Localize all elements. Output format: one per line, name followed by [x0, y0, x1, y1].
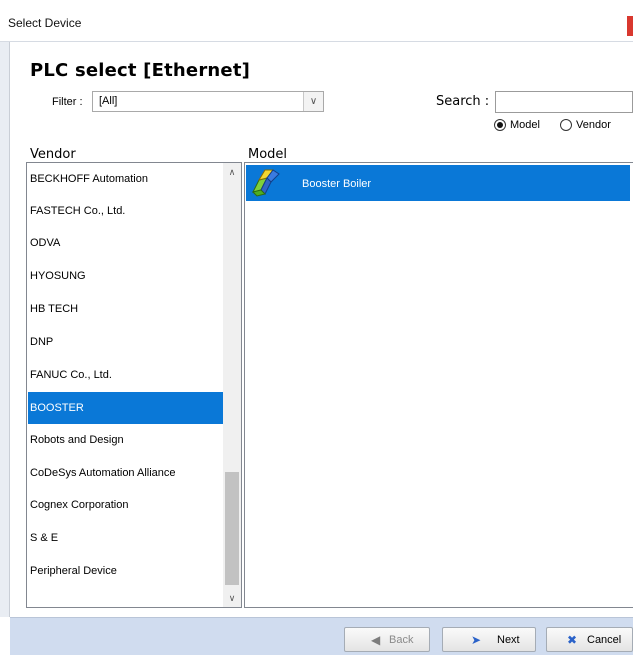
chevron-down-icon[interactable]: ∨: [303, 92, 323, 111]
window-left-edge: [0, 42, 10, 617]
footer-bar: ◀ Back ➤ Next ✖ Cancel: [10, 617, 633, 655]
cancel-button[interactable]: ✖ Cancel: [546, 627, 633, 652]
search-label: Search :: [436, 94, 490, 109]
vendor-item[interactable]: CoDeSys Automation Alliance: [28, 457, 224, 489]
arrow-right-icon: ➤: [471, 633, 482, 647]
next-button[interactable]: ➤ Next: [442, 627, 536, 652]
radio-button-icon[interactable]: [560, 119, 572, 131]
scroll-up-icon[interactable]: ∧: [223, 163, 241, 181]
vendor-scrollbar[interactable]: ∧ ∨: [223, 163, 241, 607]
vendor-item[interactable]: Peripheral Device: [28, 555, 224, 587]
model-item-selected[interactable]: Booster Boiler: [246, 165, 630, 201]
scroll-down-icon[interactable]: ∨: [223, 589, 241, 607]
vendor-item[interactable]: FANUC Co., Ltd.: [28, 359, 224, 391]
vendor-item[interactable]: HB TECH: [28, 293, 224, 325]
vendor-item-selected[interactable]: BOOSTER: [28, 392, 224, 424]
radio-model-label: Model: [510, 119, 540, 131]
window-title: Select Device: [8, 16, 82, 30]
plc-device-icon: [252, 169, 280, 197]
scrollbar-thumb[interactable]: [225, 472, 239, 585]
vendor-list[interactable]: BECKHOFF Automation FASTECH Co., Ltd. OD…: [26, 162, 242, 608]
radio-model[interactable]: Model: [494, 118, 554, 134]
vendor-item[interactable]: DNP: [28, 326, 224, 358]
radio-button-icon[interactable]: [494, 119, 506, 131]
back-button[interactable]: ◀ Back: [344, 627, 430, 652]
title-bar: [0, 0, 633, 42]
vendor-column-header: Vendor: [30, 147, 76, 162]
arrow-left-icon: ◀: [371, 633, 381, 647]
filter-selected-value: [All]: [99, 95, 118, 107]
close-icon: ✖: [567, 633, 578, 647]
search-input[interactable]: [495, 91, 633, 113]
radio-vendor[interactable]: Vendor: [560, 118, 633, 134]
page-title: PLC select [Ethernet]: [30, 60, 251, 81]
filter-label: Filter :: [52, 96, 83, 108]
vendor-item[interactable]: ODVA: [28, 227, 224, 259]
cancel-button-label: Cancel: [587, 634, 622, 646]
radio-selected-dot: [497, 122, 503, 128]
vendor-item[interactable]: Cognex Corporation: [28, 489, 224, 521]
vendor-item[interactable]: Robots and Design: [28, 424, 224, 456]
close-button[interactable]: [627, 16, 633, 36]
radio-vendor-label: Vendor: [576, 119, 611, 131]
next-button-label: Next: [497, 634, 520, 646]
vendor-item[interactable]: FASTECH Co., Ltd.: [28, 195, 224, 227]
model-list[interactable]: Booster Boiler: [244, 162, 633, 608]
model-item-label: Booster Boiler: [302, 178, 372, 190]
back-button-label: Back: [389, 634, 414, 646]
vendor-item[interactable]: S & E: [28, 522, 224, 554]
filter-dropdown[interactable]: [All] ∨: [92, 91, 324, 112]
vendor-item[interactable]: HYOSUNG: [28, 260, 224, 292]
vendor-item[interactable]: BECKHOFF Automation: [28, 163, 224, 195]
model-column-header: Model: [248, 147, 288, 162]
